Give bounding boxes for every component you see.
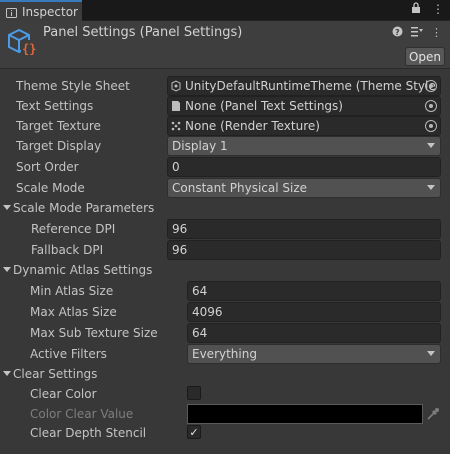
section-scale-mode-parameters[interactable]: Scale Mode Parameters <box>0 198 450 218</box>
row-target-display: Target Display Display 1 <box>0 136 450 156</box>
row-reference-dpi: Reference DPI 96 <box>0 219 450 239</box>
tab-inspector[interactable]: Inspector <box>0 0 82 21</box>
info-icon <box>6 7 17 18</box>
inspector-body: Theme Style Sheet UnityDefaultRuntimeThe… <box>0 70 450 454</box>
max-atlas-size-label: Max Atlas Size <box>30 305 117 319</box>
max-sub-texture-size-input[interactable]: 64 <box>187 323 441 343</box>
document-icon <box>170 100 182 112</box>
sort-order-input[interactable]: 0 <box>167 157 441 177</box>
active-filters-label: Active Filters <box>30 347 107 361</box>
eyedropper-icon[interactable] <box>426 407 440 421</box>
fallback-dpi-value: 96 <box>172 243 188 257</box>
row-active-filters: Active Filters Everything <box>0 344 450 364</box>
section-label: Clear Settings <box>13 367 98 381</box>
max-sub-texture-size-label: Max Sub Texture Size <box>30 326 158 340</box>
max-atlas-size-value: 4096 <box>192 305 223 319</box>
section-dynamic-atlas-settings[interactable]: Dynamic Atlas Settings <box>0 260 450 280</box>
section-clear-settings[interactable]: Clear Settings <box>0 364 450 384</box>
row-max-sub-texture-size: Max Sub Texture Size 64 <box>0 323 450 343</box>
text-settings-field[interactable]: None (Panel Text Settings) <box>167 96 441 116</box>
max-sub-texture-size-value: 64 <box>192 326 208 340</box>
lock-icon[interactable] <box>410 2 422 17</box>
foldout-arrow-icon[interactable] <box>3 205 11 210</box>
chevron-down-icon <box>427 185 435 190</box>
active-filters-value: Everything <box>192 347 257 361</box>
foldout-arrow-icon[interactable] <box>3 371 11 376</box>
object-picker-icon[interactable] <box>425 80 437 92</box>
target-texture-field[interactable]: None (Render Texture) <box>167 116 441 136</box>
section-label: Dynamic Atlas Settings <box>13 263 153 277</box>
target-display-value: Display 1 <box>172 139 228 153</box>
row-target-texture: Target Texture None (Render Texture) <box>0 116 450 136</box>
help-icon[interactable]: ? <box>392 26 403 40</box>
clear-color-checkbox[interactable] <box>187 386 201 400</box>
chevron-down-icon <box>427 351 435 356</box>
color-clear-value-swatch[interactable] <box>187 404 423 424</box>
render-texture-icon <box>170 120 182 132</box>
preset-settings-icon[interactable] <box>411 26 423 40</box>
row-min-atlas-size: Min Atlas Size 64 <box>0 281 450 301</box>
theme-style-sheet-field[interactable]: UnityDefaultRuntimeTheme (Theme Style <box>167 76 441 96</box>
svg-text:{}: {} <box>22 42 36 56</box>
target-display-dropdown[interactable]: Display 1 <box>167 136 441 156</box>
scale-mode-label: Scale Mode <box>16 181 85 195</box>
open-button[interactable]: Open <box>405 47 445 66</box>
chevron-down-icon <box>427 143 435 148</box>
color-clear-value-label: Color Clear Value <box>30 407 134 421</box>
object-picker-icon[interactable] <box>425 120 437 132</box>
target-texture-label: Target Texture <box>16 119 101 133</box>
reference-dpi-input[interactable]: 96 <box>167 219 441 239</box>
fallback-dpi-label: Fallback DPI <box>31 243 104 257</box>
scale-mode-dropdown[interactable]: Constant Physical Size <box>167 178 441 198</box>
target-display-label: Target Display <box>16 139 102 153</box>
min-atlas-size-input[interactable]: 64 <box>187 281 441 301</box>
row-color-clear-value: Color Clear Value <box>0 404 450 424</box>
row-theme-style-sheet: Theme Style Sheet UnityDefaultRuntimeThe… <box>0 76 450 96</box>
reference-dpi-value: 96 <box>172 222 188 236</box>
fallback-dpi-input[interactable]: 96 <box>167 240 441 260</box>
row-clear-depth-stencil: Clear Depth Stencil ✓ <box>0 423 450 443</box>
row-sort-order: Sort Order 0 <box>0 157 450 177</box>
svg-text:?: ? <box>395 28 400 37</box>
tab-label: Inspector <box>22 4 78 19</box>
reference-dpi-label: Reference DPI <box>31 222 116 236</box>
tab-bar: Inspector ⋮ <box>0 0 450 21</box>
row-max-atlas-size: Max Atlas Size 4096 <box>0 302 450 322</box>
sort-order-value: 0 <box>172 160 180 174</box>
object-picker-icon[interactable] <box>425 100 437 112</box>
clear-depth-stencil-label: Clear Depth Stencil <box>30 426 147 440</box>
text-settings-label: Text Settings <box>16 99 94 113</box>
row-scale-mode: Scale Mode Constant Physical Size <box>0 178 450 198</box>
text-settings-value: None (Panel Text Settings) <box>185 99 343 113</box>
panel-settings-icon: {} <box>6 26 38 58</box>
component-header: {} Panel Settings (Panel Settings) ? ⋮ O… <box>0 21 450 69</box>
foldout-arrow-icon[interactable] <box>3 267 11 272</box>
clear-color-label: Clear Color <box>30 387 97 401</box>
sort-order-label: Sort Order <box>16 160 79 174</box>
section-label: Scale Mode Parameters <box>13 201 155 215</box>
row-fallback-dpi: Fallback DPI 96 <box>0 240 450 260</box>
target-texture-value: None (Render Texture) <box>185 119 320 133</box>
active-filters-dropdown[interactable]: Everything <box>187 344 441 364</box>
component-title: Panel Settings (Panel Settings) <box>43 25 243 40</box>
row-text-settings: Text Settings None (Panel Text Settings) <box>0 96 450 116</box>
max-atlas-size-input[interactable]: 4096 <box>187 302 441 322</box>
min-atlas-size-label: Min Atlas Size <box>30 284 114 298</box>
kebab-menu-icon[interactable]: ⋮ <box>432 2 444 17</box>
theme-asset-icon <box>170 80 182 92</box>
scale-mode-value: Constant Physical Size <box>172 181 308 195</box>
theme-style-sheet-label: Theme Style Sheet <box>16 79 130 93</box>
min-atlas-size-value: 64 <box>192 284 208 298</box>
row-clear-color: Clear Color <box>0 384 450 404</box>
clear-depth-stencil-checkbox[interactable]: ✓ <box>187 425 201 439</box>
checkmark-icon: ✓ <box>189 425 199 439</box>
theme-style-sheet-value: UnityDefaultRuntimeTheme (Theme Style <box>185 79 436 93</box>
more-icon[interactable]: ⋮ <box>431 26 442 40</box>
